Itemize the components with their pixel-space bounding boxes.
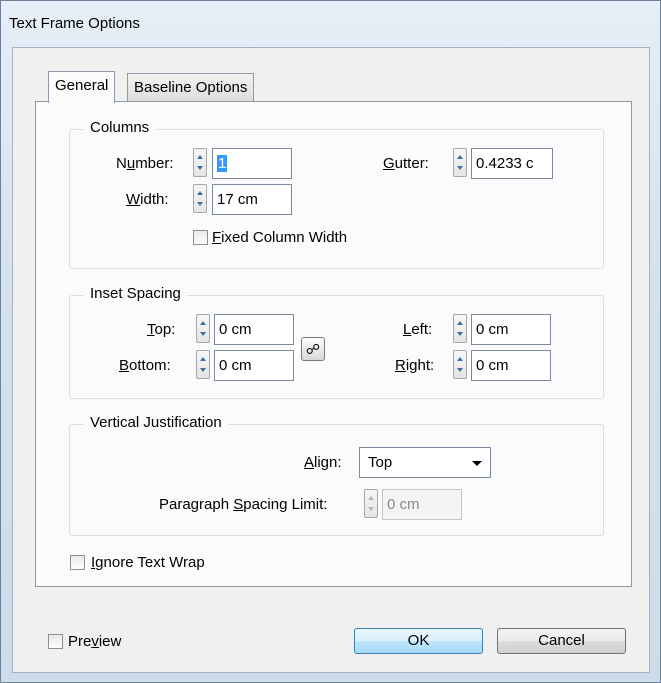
right-stepper[interactable] [453,350,467,379]
left-stepper[interactable] [453,314,467,343]
number-input-value: 1 [217,155,228,172]
gutter-input[interactable]: 0.4233 c [471,148,553,179]
left-label: Left: [403,321,433,338]
preview-label[interactable]: Preview [68,633,121,650]
number-label: Number: [116,155,174,172]
stepper-up-icon[interactable] [457,321,463,325]
number-input[interactable]: 1 [212,148,292,179]
top-stepper[interactable] [196,314,210,343]
stepper-down-icon[interactable] [200,368,206,372]
inset-spacing-group [69,295,604,399]
dialog-window: Text Frame Options General Baseline Opti… [0,0,661,683]
width-input[interactable]: 17 cm [212,184,292,215]
paragraph-spacing-limit-stepper [364,489,378,518]
top-label: Top: [147,321,176,338]
vertical-justification-group-label: Vertical Justification [84,414,228,431]
paragraph-spacing-limit-label: Paragraph Spacing Limit: [159,496,328,513]
width-label: Width: [126,191,169,208]
stepper-up-icon[interactable] [197,191,203,195]
width-stepper[interactable] [193,184,207,213]
align-dropdown-value: Top [368,454,393,471]
inset-spacing-group-label: Inset Spacing [84,285,187,302]
fixed-column-width-checkbox[interactable] [193,230,208,245]
cancel-button[interactable]: Cancel [497,628,626,654]
stepper-down-icon[interactable] [197,202,203,206]
stepper-up-icon[interactable] [457,357,463,361]
stepper-up-icon[interactable] [200,357,206,361]
columns-group-label: Columns [84,119,156,136]
dialog-title: Text Frame Options [9,15,140,32]
dropdown-arrow-icon[interactable] [472,461,482,466]
vertical-justification-group [69,424,604,536]
bottom-label: Bottom: [119,357,171,374]
stepper-down-icon[interactable] [200,332,206,336]
stepper-down-icon[interactable] [457,166,463,170]
tab-general-label: General [55,77,109,94]
gutter-label: Gutter: [383,155,429,172]
stepper-up-icon[interactable] [200,321,206,325]
stepper-up-icon[interactable] [457,155,463,159]
ok-button[interactable]: OK [354,628,483,654]
right-input[interactable]: 0 cm [471,350,551,381]
stepper-down-icon[interactable] [457,368,463,372]
tab-baseline-options-label: Baseline Options [134,79,248,96]
ignore-text-wrap-checkbox[interactable] [70,555,85,570]
stepper-up-icon[interactable] [197,155,203,159]
ignore-text-wrap-label[interactable]: Ignore Text Wrap [91,554,205,571]
gutter-stepper[interactable] [453,148,467,177]
paragraph-spacing-limit-input: 0 cm [382,489,462,520]
left-input[interactable]: 0 cm [471,314,551,345]
bottom-input[interactable]: 0 cm [214,350,294,381]
tab-general[interactable]: General [48,71,116,103]
top-input[interactable]: 0 cm [214,314,294,345]
number-stepper[interactable] [193,148,207,177]
stepper-up-icon [368,496,374,500]
tab-baseline-options[interactable]: Baseline Options [127,73,255,101]
align-dropdown[interactable]: Top [359,447,491,478]
chain-link-icon[interactable]: ☍ [301,337,325,361]
fixed-column-width-label[interactable]: Fixed Column Width [212,229,347,246]
stepper-down-icon[interactable] [457,332,463,336]
preview-checkbox[interactable] [48,634,63,649]
bottom-stepper[interactable] [196,350,210,379]
right-label: Right: [395,357,435,374]
align-label: Align: [304,454,342,471]
stepper-down-icon [368,507,374,511]
stepper-down-icon[interactable] [197,166,203,170]
